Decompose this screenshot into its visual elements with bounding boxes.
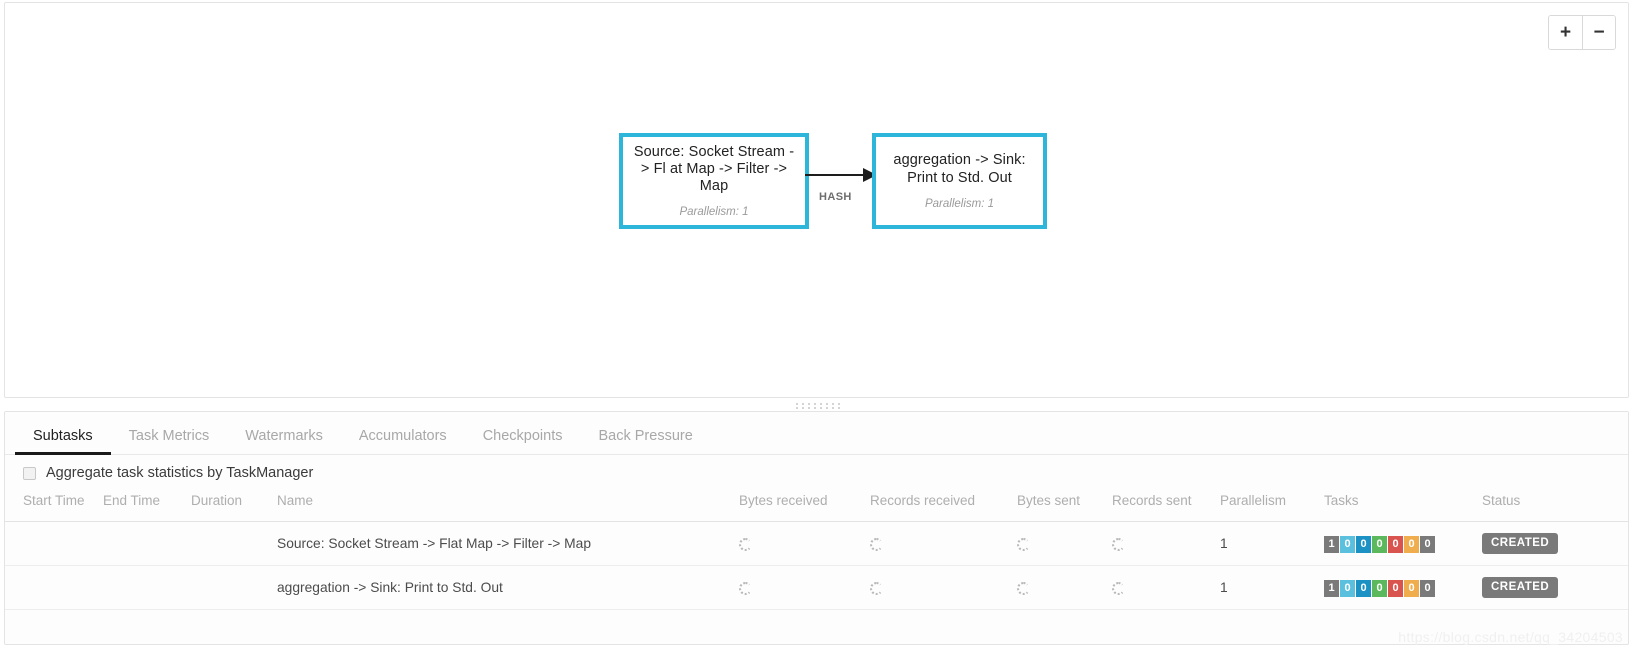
graph-node-parallelism: Parallelism: 1 <box>679 206 749 219</box>
graph-node-parallelism: Parallelism: 1 <box>924 197 995 210</box>
cell-bytes-sent <box>1009 521 1104 566</box>
cell-tasks: 1000000 <box>1316 565 1474 610</box>
tab-task-metrics[interactable]: Task Metrics <box>111 428 228 455</box>
task-badge-0: 1 <box>1324 579 1339 597</box>
task-badge-5: 0 <box>1404 535 1419 553</box>
task-badge-2: 0 <box>1356 579 1371 597</box>
splitter-grip-icon[interactable] <box>793 402 840 409</box>
cell-bytes-received <box>731 521 862 566</box>
tab-subtasks[interactable]: Subtasks <box>15 428 111 455</box>
graph-node-sink[interactable]: aggregation -> Sink: Print to Std. Out P… <box>872 133 1047 229</box>
loading-spinner-icon <box>870 581 883 595</box>
task-status-badges: 1000000 <box>1324 535 1435 553</box>
cell-status: CREATED <box>1474 565 1628 610</box>
loading-spinner-icon <box>1112 581 1125 595</box>
cell-duration <box>183 521 269 566</box>
job-detail-bottom-panel: Subtasks Task Metrics Watermarks Accumul… <box>4 411 1629 645</box>
cell-start-time <box>5 565 95 610</box>
task-badge-3: 0 <box>1372 535 1387 553</box>
col-header-name[interactable]: Name <box>269 489 731 522</box>
col-header-duration[interactable]: Duration <box>183 489 269 522</box>
task-badge-6: 0 <box>1420 535 1435 553</box>
loading-spinner-icon <box>1112 537 1125 551</box>
tab-back-pressure[interactable]: Back Pressure <box>580 428 710 455</box>
subtasks-table: Start Time End Time Duration Name Bytes … <box>5 489 1628 610</box>
loading-spinner-icon <box>739 537 752 551</box>
col-header-records-sent[interactable]: Records sent <box>1104 489 1212 522</box>
cell-parallelism: 1 <box>1212 565 1316 610</box>
col-header-tasks[interactable]: Tasks <box>1316 489 1474 522</box>
col-header-records-received[interactable]: Records received <box>862 489 1009 522</box>
panel-splitter[interactable] <box>4 400 1629 411</box>
tab-bar: Subtasks Task Metrics Watermarks Accumul… <box>5 412 1628 455</box>
task-badge-4: 0 <box>1388 579 1403 597</box>
tab-checkpoints[interactable]: Checkpoints <box>465 428 581 455</box>
task-status-badges: 1000000 <box>1324 579 1435 597</box>
table-header-row: Start Time End Time Duration Name Bytes … <box>5 489 1628 522</box>
cell-records-sent <box>1104 521 1212 566</box>
cell-duration <box>183 565 269 610</box>
col-header-parallelism[interactable]: Parallelism <box>1212 489 1316 522</box>
cell-end-time <box>95 565 183 610</box>
task-badge-5: 0 <box>1404 579 1419 597</box>
cell-parallelism: 1 <box>1212 521 1316 566</box>
graph-node-title: aggregation -> Sink: Print to Std. Out <box>893 152 1026 186</box>
cell-bytes-sent <box>1009 565 1104 610</box>
graph-canvas[interactable]: Source: Socket Stream -> Fl at Map -> Fi… <box>5 3 1628 397</box>
cell-records-received <box>862 521 1009 566</box>
cell-name: Source: Socket Stream -> Flat Map -> Fil… <box>269 521 731 566</box>
subtasks-table-head: Start Time End Time Duration Name Bytes … <box>5 489 1628 522</box>
flink-job-detail-page: + − Source: Socket Stream -> Fl at Map -… <box>0 0 1633 649</box>
task-badge-0: 1 <box>1324 535 1339 553</box>
cell-start-time <box>5 521 95 566</box>
zoom-out-button[interactable]: − <box>1582 16 1615 49</box>
graph-node-title: Source: Socket Stream -> Fl at Map -> Fi… <box>633 143 795 195</box>
task-badge-1: 0 <box>1340 579 1355 597</box>
job-graph-panel: + − Source: Socket Stream -> Fl at Map -… <box>4 2 1629 398</box>
task-badge-3: 0 <box>1372 579 1387 597</box>
tab-accumulators[interactable]: Accumulators <box>341 428 465 455</box>
table-row[interactable]: aggregation -> Sink: Print to Std. Out 1… <box>5 565 1628 610</box>
task-badge-4: 0 <box>1388 535 1403 553</box>
col-header-start-time[interactable]: Start Time <box>5 489 95 522</box>
task-badge-6: 0 <box>1420 579 1435 597</box>
graph-edge-hash: HASH <box>805 163 877 223</box>
table-row[interactable]: Source: Socket Stream -> Flat Map -> Fil… <box>5 521 1628 566</box>
task-badge-1: 0 <box>1340 535 1355 553</box>
subtasks-table-body: Source: Socket Stream -> Flat Map -> Fil… <box>5 521 1628 610</box>
col-header-bytes-sent[interactable]: Bytes sent <box>1009 489 1104 522</box>
loading-spinner-icon <box>739 581 752 595</box>
edge-arrow-icon <box>805 168 877 182</box>
loading-spinner-icon <box>870 537 883 551</box>
aggregate-checkbox[interactable] <box>23 466 36 480</box>
aggregate-toggle-row: Aggregate task statistics by TaskManager <box>5 455 1628 489</box>
zoom-controls: + − <box>1548 15 1616 50</box>
cell-tasks: 1000000 <box>1316 521 1474 566</box>
cell-records-received <box>862 565 1009 610</box>
col-header-status[interactable]: Status <box>1474 489 1628 522</box>
cell-end-time <box>95 521 183 566</box>
cell-bytes-received <box>731 565 862 610</box>
graph-edge-label: HASH <box>819 191 852 203</box>
tab-watermarks[interactable]: Watermarks <box>227 428 341 455</box>
col-header-bytes-received[interactable]: Bytes received <box>731 489 862 522</box>
loading-spinner-icon <box>1017 581 1030 595</box>
zoom-in-button[interactable]: + <box>1549 16 1582 49</box>
cell-name: aggregation -> Sink: Print to Std. Out <box>269 565 731 610</box>
loading-spinner-icon <box>1017 537 1030 551</box>
status-badge: CREATED <box>1482 577 1559 598</box>
col-header-end-time[interactable]: End Time <box>95 489 183 522</box>
aggregate-label[interactable]: Aggregate task statistics by TaskManager <box>46 465 313 481</box>
cell-status: CREATED <box>1474 521 1628 566</box>
cell-records-sent <box>1104 565 1212 610</box>
task-badge-2: 0 <box>1356 535 1371 553</box>
status-badge: CREATED <box>1482 533 1559 554</box>
graph-node-source[interactable]: Source: Socket Stream -> Fl at Map -> Fi… <box>619 133 809 229</box>
